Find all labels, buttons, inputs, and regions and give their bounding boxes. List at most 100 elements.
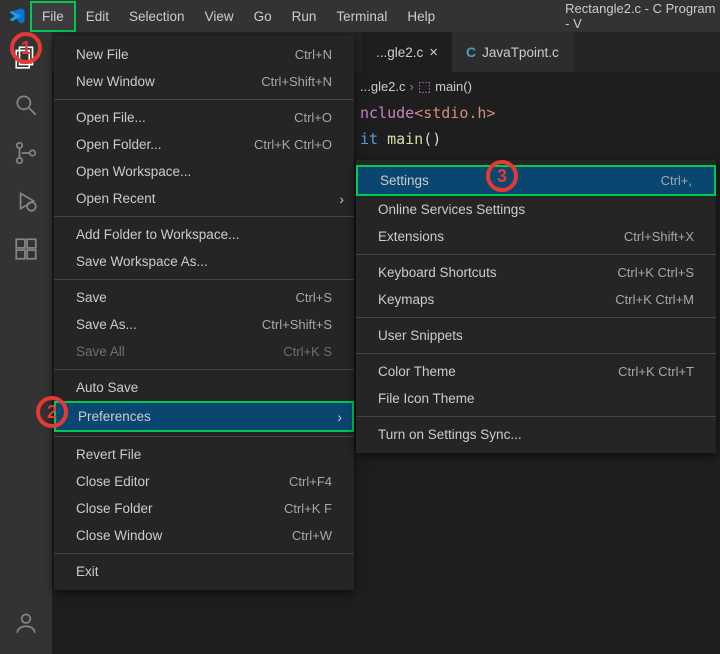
menu-go[interactable]: Go	[244, 3, 282, 30]
menu-item-add-folder-to-workspace[interactable]: Add Folder to Workspace...	[54, 221, 354, 248]
menu-item-label: Open Workspace...	[76, 164, 332, 179]
menu-separator	[54, 436, 354, 437]
menu-item-shortcut: Ctrl+K Ctrl+S	[617, 265, 694, 280]
menu-separator	[54, 216, 354, 217]
menu-item-shortcut: Ctrl+N	[295, 47, 332, 62]
annotation-1: 1	[10, 32, 42, 64]
menu-item-label: Color Theme	[378, 364, 618, 379]
menu-item-label: Close Window	[76, 528, 292, 543]
menu-separator	[356, 317, 716, 318]
menu-selection[interactable]: Selection	[119, 3, 195, 30]
menu-view[interactable]: View	[195, 3, 244, 30]
submenu-item-file-icon-theme[interactable]: File Icon Theme	[356, 385, 716, 412]
menu-item-open-recent[interactable]: Open Recent›	[54, 185, 354, 212]
menubar: File Edit Selection View Go Run Terminal…	[0, 0, 720, 32]
menu-item-shortcut: Ctrl+Shift+X	[624, 229, 694, 244]
menu-item-label: Keymaps	[378, 292, 615, 307]
menu-item-shortcut: Ctrl+Shift+S	[262, 317, 332, 332]
menu-item-auto-save[interactable]: Auto Save	[54, 374, 354, 401]
menu-item-revert-file[interactable]: Revert File	[54, 441, 354, 468]
menu-item-shortcut: Ctrl+K S	[283, 344, 332, 359]
code-token: <stdio.h>	[414, 104, 495, 122]
menu-item-shortcut: Ctrl+O	[294, 110, 332, 125]
menu-item-preferences[interactable]: Preferences›	[54, 401, 354, 432]
submenu-item-extensions[interactable]: ExtensionsCtrl+Shift+X	[356, 223, 716, 250]
menu-item-label: Add Folder to Workspace...	[76, 227, 332, 242]
code-token: ()	[423, 130, 441, 148]
tab-label: ...gle2.c	[376, 45, 423, 60]
menu-run[interactable]: Run	[282, 3, 327, 30]
menu-item-open-workspace[interactable]: Open Workspace...	[54, 158, 354, 185]
code-token: main	[387, 130, 423, 148]
menu-item-shortcut: Ctrl+,	[661, 173, 692, 188]
menu-help[interactable]: Help	[397, 3, 445, 30]
vscode-logo-icon	[8, 7, 26, 25]
menu-item-open-folder[interactable]: Open Folder...Ctrl+K Ctrl+O	[54, 131, 354, 158]
menu-item-label: Open File...	[76, 110, 294, 125]
submenu-item-color-theme[interactable]: Color ThemeCtrl+K Ctrl+T	[356, 358, 716, 385]
menu-item-close-folder[interactable]: Close FolderCtrl+K F	[54, 495, 354, 522]
annotation-3: 3	[486, 160, 518, 192]
menu-item-label: Open Recent	[76, 191, 332, 206]
menu-edit[interactable]: Edit	[76, 3, 119, 30]
menu-item-label: Save All	[76, 344, 283, 359]
submenu-item-online-services-settings[interactable]: Online Services Settings	[356, 196, 716, 223]
symbol-method-icon: ⬚	[418, 78, 431, 95]
window-title: Rectangle2.c - C Program - V	[565, 1, 720, 31]
menu-separator	[356, 416, 716, 417]
breadcrumb-symbol: main()	[435, 79, 472, 94]
menu-item-shortcut: Ctrl+K F	[284, 501, 332, 516]
menu-item-label: New Window	[76, 74, 261, 89]
run-debug-icon[interactable]	[13, 188, 39, 214]
submenu-item-keyboard-shortcuts[interactable]: Keyboard ShortcutsCtrl+K Ctrl+S	[356, 259, 716, 286]
tab-label: JavaTpoint.c	[482, 45, 559, 60]
tab-rectangle2[interactable]: ...gle2.c ×	[362, 32, 452, 72]
close-icon[interactable]: ×	[429, 44, 438, 61]
submenu-item-turn-on-settings-sync[interactable]: Turn on Settings Sync...	[356, 421, 716, 448]
menu-item-label: Close Folder	[76, 501, 284, 516]
menu-item-shortcut: Ctrl+Shift+N	[261, 74, 332, 89]
submenu-item-keymaps[interactable]: KeymapsCtrl+K Ctrl+M	[356, 286, 716, 313]
menu-item-label: New File	[76, 47, 295, 62]
menu-item-close-editor[interactable]: Close EditorCtrl+F4	[54, 468, 354, 495]
preferences-submenu: SettingsCtrl+,Online Services SettingsEx…	[356, 160, 716, 453]
menu-item-label: Save As...	[76, 317, 262, 332]
menu-item-shortcut: Ctrl+K Ctrl+M	[615, 292, 694, 307]
code-token: it	[360, 130, 387, 148]
extensions-icon[interactable]	[13, 236, 39, 262]
menu-separator	[54, 99, 354, 100]
menu-item-label: Settings	[380, 173, 661, 188]
menu-item-label: Extensions	[378, 229, 624, 244]
menu-item-label: Auto Save	[76, 380, 332, 395]
menu-separator	[356, 254, 716, 255]
menu-item-new-window[interactable]: New WindowCtrl+Shift+N	[54, 68, 354, 95]
code-editor[interactable]: nclude<stdio.h> it main()	[360, 100, 720, 152]
menu-item-label: Open Folder...	[76, 137, 254, 152]
menu-item-shortcut: Ctrl+K Ctrl+O	[254, 137, 332, 152]
menu-separator	[54, 279, 354, 280]
menu-item-exit[interactable]: Exit	[54, 558, 354, 585]
search-icon[interactable]	[13, 92, 39, 118]
menu-item-shortcut: Ctrl+F4	[289, 474, 332, 489]
menu-item-new-file[interactable]: New FileCtrl+N	[54, 41, 354, 68]
menu-terminal[interactable]: Terminal	[326, 3, 397, 30]
account-icon[interactable]	[13, 610, 39, 636]
menu-item-label: Keyboard Shortcuts	[378, 265, 617, 280]
menu-file[interactable]: File	[30, 1, 76, 32]
menu-item-open-file[interactable]: Open File...Ctrl+O	[54, 104, 354, 131]
chevron-right-icon: ›	[337, 409, 342, 425]
menu-separator	[54, 553, 354, 554]
source-control-icon[interactable]	[13, 140, 39, 166]
menu-item-save[interactable]: SaveCtrl+S	[54, 284, 354, 311]
menu-item-save-all: Save AllCtrl+K S	[54, 338, 354, 365]
breadcrumbs[interactable]: ...gle2.c › ⬚ main()	[360, 74, 720, 98]
tab-javatpoint[interactable]: C JavaTpoint.c	[452, 32, 573, 72]
menu-item-close-window[interactable]: Close WindowCtrl+W	[54, 522, 354, 549]
menu-item-save-as[interactable]: Save As...Ctrl+Shift+S	[54, 311, 354, 338]
menu-item-shortcut: Ctrl+W	[292, 528, 332, 543]
submenu-item-settings[interactable]: SettingsCtrl+,	[356, 165, 716, 196]
menu-item-save-workspace-as[interactable]: Save Workspace As...	[54, 248, 354, 275]
submenu-item-user-snippets[interactable]: User Snippets	[356, 322, 716, 349]
menu-item-label: Save Workspace As...	[76, 254, 332, 269]
menu-separator	[356, 353, 716, 354]
